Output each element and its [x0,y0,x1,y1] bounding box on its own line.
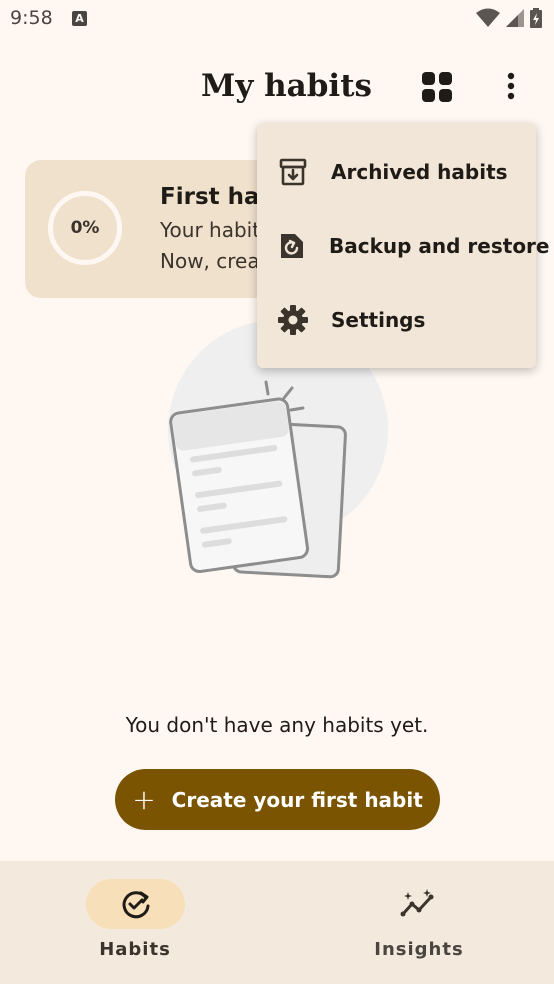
empty-state-message: You don't have any habits yet. [125,713,429,737]
bottom-navigation: Habits Insights [0,861,554,984]
menu-item-settings[interactable]: Settings [257,283,536,357]
habits-check-icon [122,891,149,919]
menu-item-archived-habits[interactable]: Archived habits [257,135,536,209]
status-bar: 9:58 A [0,0,554,40]
nav-item-habits[interactable]: Habits [0,861,270,984]
more-options-button[interactable] [496,70,526,102]
gear-icon [277,304,309,336]
page-title: My habits [201,68,372,104]
overflow-menu: Archived habits Backup and restore Setti… [257,123,550,368]
nav-label-insights: Insights [374,939,464,960]
nav-label-habits: Habits [99,939,171,960]
menu-label-archived: Archived habits [331,160,508,184]
nav-item-insights[interactable]: Insights [284,861,554,984]
notification-icon: A [72,11,87,26]
insights-icon [400,889,434,917]
create-button-label: Create your first habit [171,787,423,812]
progress-percent: 0% [70,218,100,238]
menu-label-backup: Backup and restore [329,234,550,258]
card-text-line-1: Your habit [160,218,261,242]
grid-view-button[interactable] [421,71,453,103]
card-text-line-2: Now, crea [160,249,260,273]
backup-restore-icon [277,230,307,262]
archive-icon [277,156,309,188]
grid-view-icon [422,72,452,102]
signal-icon [506,9,524,27]
battery-icon [530,8,542,28]
plus-icon: + [132,782,156,816]
status-icons [476,8,542,28]
create-first-habit-button[interactable]: + Create your first habit [115,769,440,830]
menu-item-backup-restore[interactable]: Backup and restore [257,209,550,283]
wifi-icon [476,8,500,27]
menu-label-settings: Settings [331,308,426,332]
more-vert-icon [507,72,515,100]
status-time: 9:58 [10,7,53,29]
nav-active-indicator [86,879,185,929]
